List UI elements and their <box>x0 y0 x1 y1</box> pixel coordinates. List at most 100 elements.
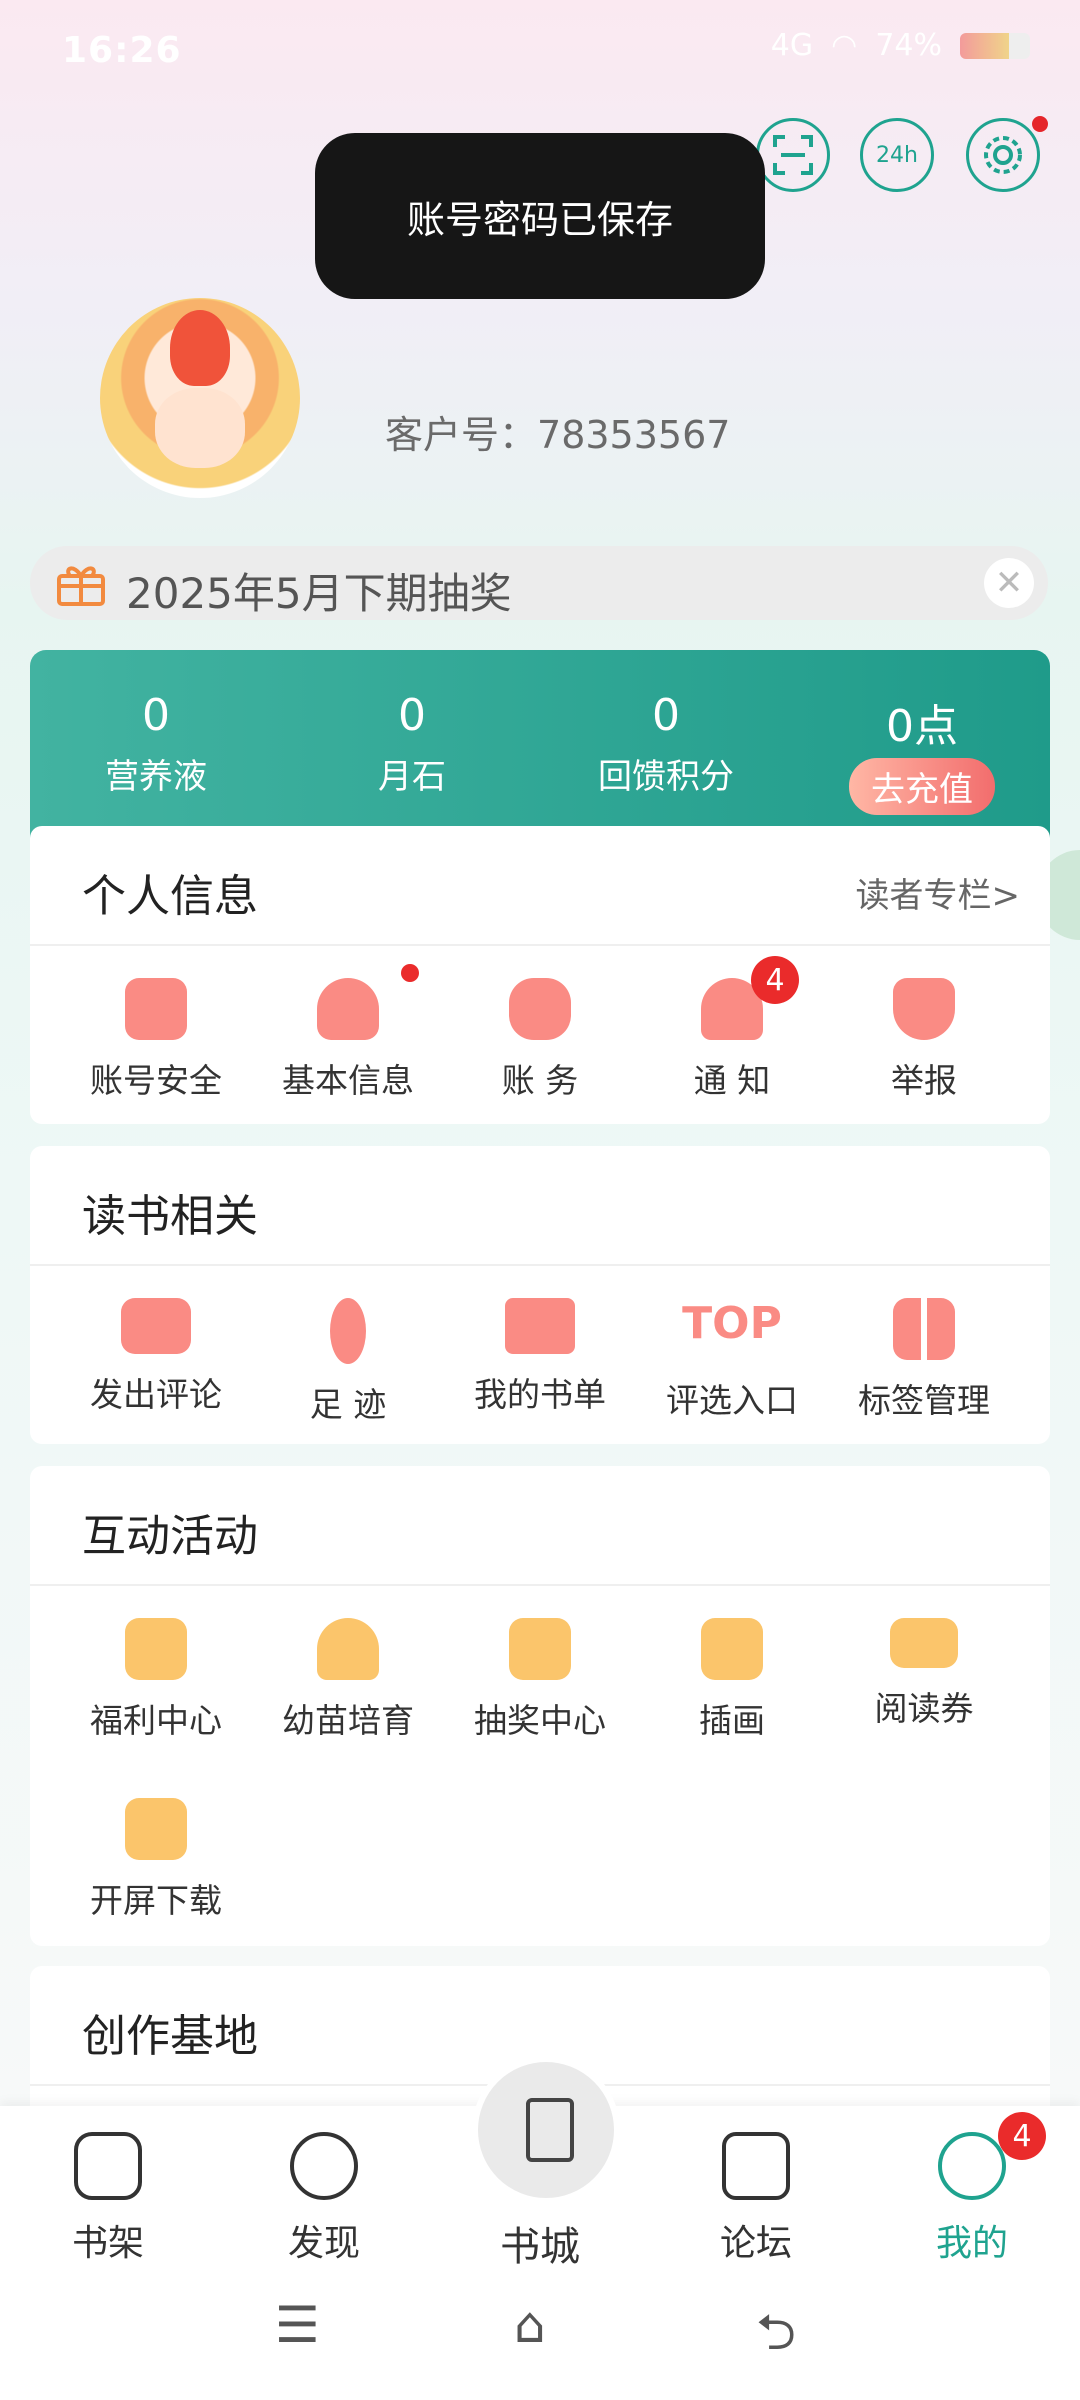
lottery-center[interactable]: 抽奖中心 <box>440 1618 640 1742</box>
item-label: 阅读券 <box>874 1689 974 1728</box>
notifications[interactable]: 4 通 知 <box>632 956 832 1102</box>
stat-nutrition[interactable]: 0 营养液 <box>56 690 256 798</box>
booklist-icon <box>505 1298 575 1354</box>
coupon-icon <box>890 1618 958 1668</box>
customer-id: 78353567 <box>537 413 731 457</box>
item-label: 幼苗培育 <box>282 1701 414 1740</box>
nav-discover[interactable]: 发现 <box>244 2132 404 2266</box>
sprout-icon <box>317 1618 379 1680</box>
stat-points[interactable]: 0 回馈积分 <box>566 690 766 798</box>
divider <box>30 1264 1050 1266</box>
stat-value: 0 <box>398 690 426 741</box>
splash-download[interactable]: 开屏下载 <box>56 1798 256 1922</box>
stat-moonstone[interactable]: 0 月石 <box>312 690 512 798</box>
scan-icon[interactable] <box>756 118 830 192</box>
post-comment[interactable]: 发出评论 <box>56 1298 256 1416</box>
nav-forum[interactable]: 论坛 <box>676 2132 836 2266</box>
money-bag-icon <box>509 978 571 1040</box>
item-label: 抽奖中心 <box>474 1701 606 1740</box>
status-time: 16:26 <box>62 30 182 71</box>
avatar-flame <box>170 310 230 386</box>
reading-coupon[interactable]: 阅读券 <box>824 1618 1024 1730</box>
section-title: 读书相关 <box>82 1191 258 1242</box>
bookshelf-icon <box>74 2132 142 2200</box>
stat-value: 0 <box>142 690 170 741</box>
footprints[interactable]: 足 迹 <box>248 1298 448 1426</box>
stat-label: 营养液 <box>105 757 207 797</box>
nav-label: 书架 <box>71 2223 144 2264</box>
status-bar: 16:26 4G ◠ 74% <box>0 0 1080 110</box>
home-icon[interactable]: ⌂ <box>514 2296 546 2354</box>
stat-value: 0点 <box>886 701 958 752</box>
item-label: 足 迹 <box>309 1385 387 1424</box>
headset-24h-icon[interactable]: 24h <box>860 118 934 192</box>
menu-icon[interactable]: ☰ <box>275 2296 320 2354</box>
illustration[interactable]: 插画 <box>632 1618 832 1742</box>
divider <box>30 944 1050 946</box>
my-booklist[interactable]: 我的书单 <box>440 1298 640 1416</box>
section-title: 互动活动 <box>82 1511 258 1562</box>
banner-text: 2025年5月下期抽奖 <box>126 569 512 618</box>
seedling[interactable]: 幼苗培育 <box>248 1618 448 1742</box>
status-right: 4G ◠ 74% <box>771 28 1030 63</box>
profile-icon: 4 <box>938 2112 1046 2200</box>
item-label: 举报 <box>891 1061 957 1100</box>
divider <box>30 1584 1050 1586</box>
nav-bookstore-label: 书城 <box>500 2224 580 2270</box>
stat-label: 月石 <box>378 757 446 797</box>
lock-icon <box>125 978 187 1040</box>
item-label: 通 知 <box>693 1061 771 1100</box>
finance[interactable]: 账 务 <box>440 978 640 1102</box>
item-label: 账 务 <box>501 1061 579 1100</box>
picture-icon <box>701 1618 763 1680</box>
battery-percent: 74% <box>875 28 942 63</box>
item-label: 福利中心 <box>90 1701 222 1740</box>
grid-icon <box>893 1298 955 1360</box>
avatar[interactable] <box>100 298 300 498</box>
avatar-face <box>155 388 245 468</box>
stat-label: 回馈积分 <box>598 757 734 797</box>
top-icon: TOP <box>682 1298 782 1349</box>
network-label: 4G <box>770 28 814 63</box>
item-label: 账号安全 <box>90 1061 222 1100</box>
close-icon[interactable]: ✕ <box>984 558 1034 608</box>
settings-red-dot <box>1032 116 1048 132</box>
selection-entry[interactable]: TOP 评选入口 <box>632 1298 832 1422</box>
mine-badge: 4 <box>998 2112 1046 2160</box>
stat-balance[interactable]: 0点 去充值 <box>822 690 1022 815</box>
item-label: 我的书单 <box>474 1375 606 1414</box>
search-icon <box>290 2132 358 2200</box>
customer-label: 客户号： <box>385 413 538 457</box>
welfare-center[interactable]: 福利中心 <box>56 1618 256 1742</box>
nav-label: 论坛 <box>719 2223 792 2264</box>
recharge-button[interactable]: 去充值 <box>849 758 995 815</box>
lottery-banner[interactable]: 2025年5月下期抽奖 ✕ <box>30 546 1048 620</box>
red-dot <box>401 964 419 982</box>
report[interactable]: 举报 <box>824 978 1024 1102</box>
settings-icon[interactable] <box>966 118 1040 192</box>
reader-column-link[interactable]: 读者专栏> <box>856 868 1021 917</box>
shield-alert-icon <box>893 978 955 1040</box>
section-title: 创作基地 <box>82 2011 258 2062</box>
basic-info[interactable]: 基本信息 <box>248 964 448 1102</box>
user-icon <box>317 964 419 1040</box>
nav-bookstore-button[interactable] <box>472 2056 620 2204</box>
item-label: 评选入口 <box>666 1381 798 1420</box>
gift-icon <box>57 566 105 606</box>
account-security[interactable]: 账号安全 <box>56 978 256 1102</box>
bell-icon: 4 <box>701 956 799 1040</box>
personal-info-card: 个人信息 读者专栏> 账号安全 基本信息 账 务 4 通 知 举报 <box>30 826 1050 1124</box>
item-label: 标签管理 <box>858 1381 990 1420</box>
image-icon <box>125 1798 187 1860</box>
stats-panel: 0 营养液 0 月石 0 回馈积分 0点 去充值 <box>30 650 1050 850</box>
battery-icon <box>960 32 1030 59</box>
nav-mine[interactable]: 4 我的 <box>892 2112 1052 2266</box>
item-label: 插画 <box>699 1701 765 1740</box>
notify-badge: 4 <box>751 956 799 1004</box>
back-icon[interactable]: ⮌ <box>756 2296 796 2381</box>
nav-bookshelf[interactable]: 书架 <box>28 2132 188 2266</box>
item-label: 发出评论 <box>90 1375 222 1414</box>
reading-card: 读书相关 发出评论 足 迹 我的书单 TOP 评选入口 标签管理 <box>30 1146 1050 1444</box>
tag-management[interactable]: 标签管理 <box>824 1298 1024 1422</box>
item-label: 开屏下载 <box>90 1881 222 1920</box>
